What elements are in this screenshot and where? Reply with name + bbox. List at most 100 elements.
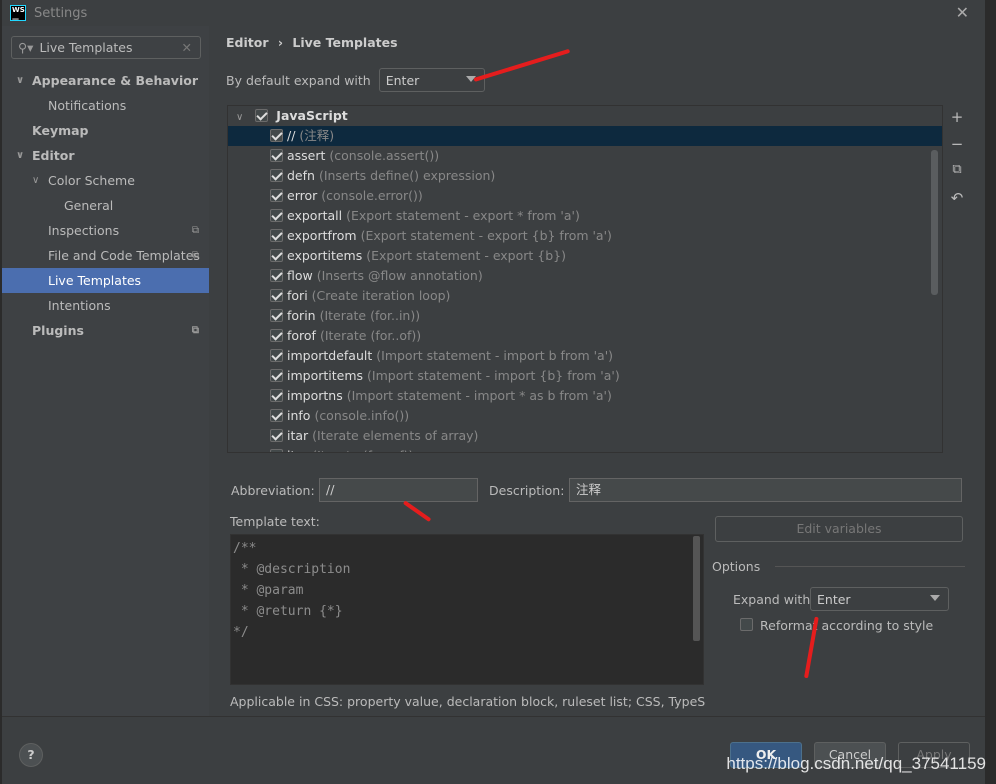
template-name: importitems [287, 368, 364, 383]
template-description: (Inserts define() expression) [318, 168, 496, 183]
list-scrollbar[interactable] [931, 150, 938, 295]
chevron-down-icon[interactable]: ∨ [16, 143, 24, 168]
sidebar-item-editor[interactable]: ∨ Editor [2, 143, 209, 168]
template-text-scrollbar[interactable] [693, 536, 700, 641]
template-name: flow [287, 268, 313, 283]
sidebar-item-live-templates[interactable]: Live Templates [2, 268, 209, 293]
chevron-down-icon[interactable]: ∨ [236, 112, 243, 123]
annotation-arrow [473, 48, 571, 82]
breadcrumb: Editor › Live Templates [226, 35, 398, 50]
template-description: (Import statement - import * as b from '… [346, 388, 612, 403]
template-row[interactable]: defn (Inserts define() expression) [228, 166, 942, 186]
template-row[interactable]: forin (Iterate (for..in)) [228, 306, 942, 326]
template-description: (注释) [299, 128, 335, 143]
sidebar-item-label: Inspections [48, 223, 120, 238]
default-expand-value: Enter [385, 72, 420, 88]
expand-with-select[interactable]: Enter [810, 587, 949, 611]
template-checkbox[interactable] [270, 229, 283, 242]
revert-icon[interactable]: ↶ [947, 189, 967, 216]
group-row[interactable]: ∨ JavaScript [228, 106, 942, 126]
help-button[interactable]: ? [19, 743, 43, 767]
template-checkbox[interactable] [270, 269, 283, 282]
template-row[interactable]: iter (Iterate (for..of)) [228, 446, 942, 452]
sidebar-item-notifications[interactable]: Notifications [2, 93, 209, 118]
template-checkbox[interactable] [270, 169, 283, 182]
template-row[interactable]: exportitems (Export statement - export {… [228, 246, 942, 266]
edit-variables-button[interactable]: Edit variables [715, 516, 963, 542]
sidebar-item-label: File and Code Templates [48, 248, 200, 263]
sidebar-item-label: Plugins [32, 323, 84, 338]
template-text-label: Template text: [230, 514, 320, 529]
template-row[interactable]: forof (Iterate (for..of)) [228, 326, 942, 346]
template-checkbox[interactable] [270, 429, 283, 442]
template-checkbox[interactable] [270, 409, 283, 422]
settings-tree: ∨ Appearance & Behavior Notifications Keyma… [2, 68, 209, 343]
template-checkbox[interactable] [270, 309, 283, 322]
sidebar-item-plugins[interactable]: Plugins ⧉ [2, 318, 209, 343]
template-name: // [287, 128, 296, 143]
search-icon: ⚲▾ [18, 40, 34, 55]
template-checkbox[interactable] [270, 249, 283, 262]
search-input[interactable]: ⚲▾ Live Templates ✕ [11, 36, 201, 59]
template-checkbox[interactable] [270, 389, 283, 402]
remove-icon[interactable]: − [947, 135, 967, 162]
project-settings-icon: ⧉ [191, 225, 199, 236]
description-input[interactable]: 注释 [569, 478, 962, 502]
template-description: (console.error()) [321, 188, 423, 203]
template-row[interactable]: assert (console.assert()) [228, 146, 942, 166]
sidebar-item-keymap[interactable]: Keymap [2, 118, 209, 143]
template-checkbox[interactable] [270, 349, 283, 362]
webstorm-logo: WS — [10, 5, 26, 23]
sidebar-item-general[interactable]: General [2, 193, 209, 218]
default-expand-select[interactable]: Enter [378, 68, 485, 92]
template-checkbox[interactable] [270, 149, 283, 162]
copy-icon[interactable]: ⧉ [947, 162, 967, 189]
sidebar-item-inspections[interactable]: Inspections ⧉ [2, 218, 209, 243]
template-row[interactable]: importdefault (Import statement - import… [228, 346, 942, 366]
template-row[interactable]: importitems (Import statement - import {… [228, 366, 942, 386]
chevron-down-icon[interactable]: ∨ [32, 168, 39, 193]
project-settings-icon: ⧉ [191, 325, 199, 336]
template-name: defn [287, 168, 315, 183]
template-row[interactable]: exportall (Export statement - export * f… [228, 206, 942, 226]
template-checkbox[interactable] [270, 449, 283, 452]
template-row[interactable]: flow (Inserts @flow annotation) [228, 266, 942, 286]
chevron-down-icon[interactable]: ∨ [16, 68, 24, 93]
abbreviation-label: Abbreviation: [231, 483, 315, 498]
sidebar-item-label: Editor [32, 148, 75, 163]
template-row[interactable]: error (console.error()) [228, 186, 942, 206]
sidebar-item-color-scheme[interactable]: ∨ Color Scheme [2, 168, 209, 193]
applicable-contexts[interactable]: Applicable in CSS: property value, decla… [230, 694, 706, 709]
template-description: (Import statement - import b from 'a') [376, 348, 614, 363]
template-name: assert [287, 148, 326, 163]
templates-list[interactable]: ∨ JavaScript // (注释) assert (console.asse… [227, 105, 943, 453]
clear-icon[interactable]: ✕ [182, 40, 192, 55]
add-icon[interactable]: + [947, 108, 967, 135]
sidebar-item-appearance-behavior[interactable]: ∨ Appearance & Behavior [2, 68, 209, 93]
template-name: itar [287, 428, 309, 443]
template-checkbox[interactable] [270, 209, 283, 222]
sidebar-item-file-and-code-templates[interactable]: File and Code Templates ⧉ [2, 243, 209, 268]
sidebar-item-intentions[interactable]: Intentions [2, 293, 209, 318]
template-row[interactable]: fori (Create iteration loop) [228, 286, 942, 306]
template-checkbox[interactable] [270, 129, 283, 142]
main-panel: Editor › Live Templates By default expan… [209, 26, 985, 716]
template-row[interactable]: info (console.info()) [228, 406, 942, 426]
reformat-label[interactable]: Reformat according to style [760, 618, 933, 633]
title-bar: WS — Settings ✕ [2, 0, 985, 26]
template-checkbox[interactable] [270, 329, 283, 342]
abbreviation-input[interactable]: // [319, 478, 478, 502]
template-checkbox[interactable] [270, 289, 283, 302]
template-row[interactable]: // (注释) [228, 126, 942, 146]
group-name: JavaScript [276, 108, 348, 123]
template-row[interactable]: itar (Iterate elements of array) [228, 426, 942, 446]
template-row[interactable]: exportfrom (Export statement - export {b… [228, 226, 942, 246]
template-text-editor[interactable]: /** * @description * @param * @return {*… [230, 534, 704, 685]
template-checkbox[interactable] [270, 369, 283, 382]
close-icon[interactable]: ✕ [956, 3, 969, 22]
group-checkbox[interactable] [255, 109, 269, 122]
template-checkbox[interactable] [270, 189, 283, 202]
options-title: Options [712, 559, 761, 574]
template-row[interactable]: importns (Import statement - import * as… [228, 386, 942, 406]
reformat-checkbox[interactable] [740, 618, 753, 631]
